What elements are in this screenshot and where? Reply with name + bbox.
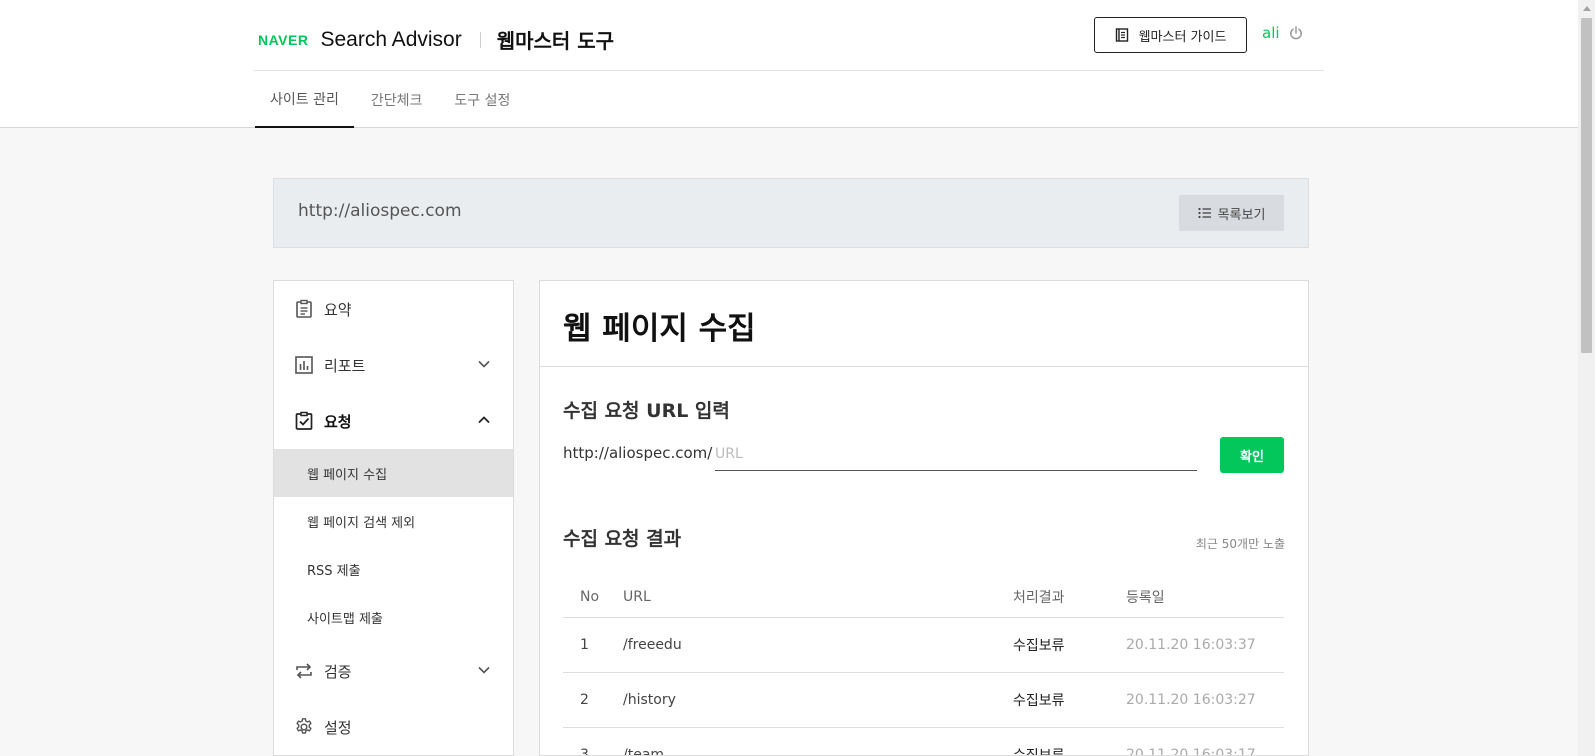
clipboard-check-icon (294, 411, 314, 431)
sidebar-item-request[interactable]: 요청 (274, 393, 513, 449)
row-no: 1 (580, 637, 589, 653)
row-url: /history (623, 692, 676, 708)
submenu-web-page-exclude[interactable]: 웹 페이지 검색 제외 (274, 497, 513, 545)
row-date: 20.11.20 16:03:17 (1126, 747, 1256, 756)
main-tabs: 사이트 관리 간단체크 도구 설정 (255, 72, 527, 128)
brand-logo[interactable]: NAVER Search Advisor 웹마스터 도구 (258, 25, 614, 54)
sidebar-item-label: 요약 (324, 300, 352, 319)
sidebar-item-label: 설정 (324, 718, 352, 737)
list-icon (1197, 207, 1211, 219)
tab-tool-settings[interactable]: 도구 설정 (439, 72, 525, 128)
result-note: 최근 50개만 노출 (1195, 537, 1285, 551)
table-row: 3 /team 수집보류 20.11.20 16:03:17 (563, 728, 1284, 756)
title-divider (540, 366, 1308, 367)
sidebar-item-report[interactable]: 리포트 (274, 337, 513, 393)
tool-name: 웹마스터 도구 (496, 29, 615, 53)
gear-icon (294, 717, 314, 737)
header-result: 처리결과 (1013, 590, 1065, 606)
row-date: 20.11.20 16:03:27 (1126, 692, 1256, 708)
bar-chart-icon (294, 355, 314, 375)
chevron-down-icon (478, 666, 490, 674)
row-result: 수집보류 (1013, 693, 1065, 709)
naver-logo: NAVER (258, 31, 309, 48)
clipboard-list-icon (294, 299, 314, 319)
sidebar: 요약 리포트 요청 웹 페이지 수집 웹 페이지 검색 제외 RSS 제출 사이… (273, 280, 514, 756)
table-row: 2 /history 수집보류 20.11.20 16:03:27 (563, 673, 1284, 728)
submenu-web-page-collect[interactable]: 웹 페이지 수집 (274, 449, 513, 497)
header-top-bar: NAVER Search Advisor 웹마스터 도구 웹마스터 가이드 al… (254, 0, 1324, 71)
list-view-label: 목록보기 (1217, 207, 1266, 223)
row-url: /freeedu (623, 637, 682, 653)
row-result: 수집보류 (1013, 748, 1065, 756)
user-name[interactable]: ali (1262, 24, 1280, 42)
sidebar-item-label: 요청 (324, 412, 352, 431)
request-section-title: 수집 요청 URL 입력 (563, 400, 730, 422)
book-icon (1115, 28, 1128, 42)
chevron-down-icon (478, 360, 490, 368)
sidebar-item-label: 리포트 (324, 356, 366, 375)
row-url: /team (623, 747, 665, 756)
header-date: 등록일 (1126, 590, 1165, 606)
sidebar-item-label: 검증 (324, 662, 352, 681)
result-table: No URL 처리결과 등록일 1 /freeedu 수집보류 20.11.20… (563, 577, 1284, 756)
product-name: Search Advisor (320, 27, 462, 51)
header-url: URL (623, 589, 651, 605)
row-no: 3 (580, 747, 589, 756)
url-prefix: http://aliospec.com/ (563, 444, 713, 462)
header-no: No (580, 589, 600, 605)
repeat-icon (294, 661, 314, 681)
sidebar-item-settings[interactable]: 설정 (274, 699, 513, 755)
url-input[interactable] (715, 438, 1197, 471)
tab-quick-check[interactable]: 간단체크 (356, 72, 438, 128)
row-date: 20.11.20 16:03:37 (1126, 637, 1256, 653)
page-title: 웹 페이지 수집 (563, 311, 756, 347)
page-scrollbar[interactable] (1578, 0, 1595, 756)
guide-button-label: 웹마스터 가이드 (1138, 29, 1227, 45)
tab-site-management[interactable]: 사이트 관리 (255, 72, 354, 128)
submenu-sitemap-submit[interactable]: 사이트맵 제출 (274, 593, 513, 641)
submenu-rss-submit[interactable]: RSS 제출 (274, 545, 513, 593)
result-section-title: 수집 요청 결과 (563, 528, 682, 550)
user-area: ali (1262, 24, 1304, 42)
brand-divider (479, 31, 481, 48)
power-icon[interactable] (1288, 25, 1304, 41)
table-header: No URL 처리결과 등록일 (563, 577, 1284, 618)
table-row: 1 /freeedu 수집보류 20.11.20 16:03:37 (563, 618, 1284, 673)
main-panel: 웹 페이지 수집 수집 요청 URL 입력 http://aliospec.co… (539, 280, 1309, 756)
sidebar-item-verify[interactable]: 검증 (274, 643, 513, 699)
site-bar: http://aliospec.com 목록보기 (273, 178, 1309, 248)
top-header: NAVER Search Advisor 웹마스터 도구 웹마스터 가이드 al… (0, 0, 1578, 128)
sidebar-item-summary[interactable]: 요약 (274, 281, 513, 337)
site-url: http://aliospec.com (298, 201, 462, 221)
row-no: 2 (580, 692, 589, 708)
row-result: 수집보류 (1013, 638, 1065, 654)
scroll-thumb[interactable] (1581, 18, 1592, 353)
webmaster-guide-button[interactable]: 웹마스터 가이드 (1094, 17, 1247, 53)
chevron-up-icon (478, 416, 490, 424)
confirm-button[interactable]: 확인 (1220, 437, 1284, 473)
scroll-up-arrow-icon[interactable] (1578, 0, 1595, 17)
list-view-button[interactable]: 목록보기 (1179, 195, 1284, 231)
